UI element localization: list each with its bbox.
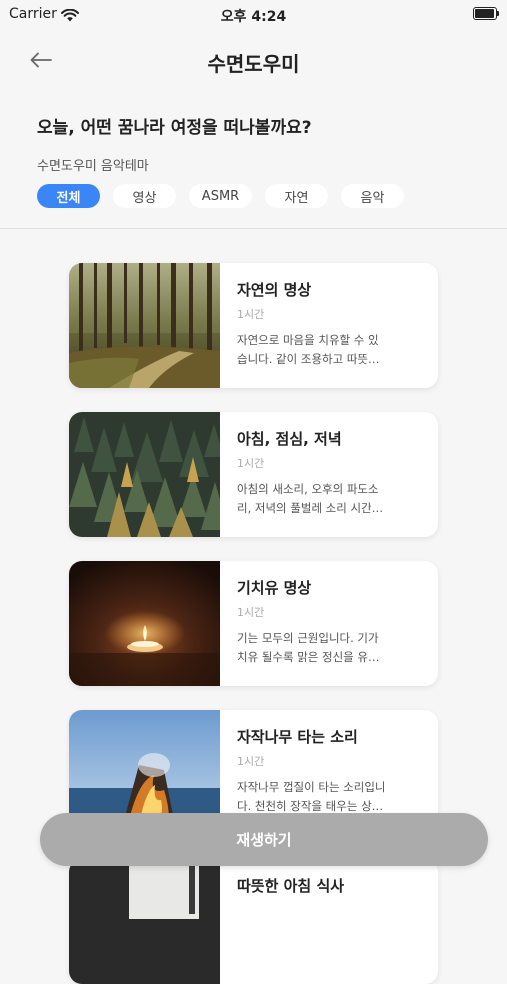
tab-asmr[interactable]: ASMR [189,184,252,208]
category-tabs: 전체 영상 ASMR 자연 음악 [37,184,404,208]
forest-path-thumbnail [69,263,220,388]
candle-thumbnail [69,561,220,686]
card-title: 자연의 명상 [237,281,312,299]
pine-forest-thumbnail [69,412,220,537]
tab-video[interactable]: 영상 [113,184,176,208]
card-title: 기치유 명상 [237,579,312,597]
card-duration: 1시간 [237,457,265,470]
card-description: 자연으로 마음을 치유할 수 있 습니다. 같이 조용하고 따뜻… [237,333,380,366]
card-description: 아침의 새소리, 오후의 파도소 리, 저녁의 풀벌레 소리 시간… [237,482,384,515]
tab-music[interactable]: 음악 [341,184,404,208]
theme-card-morning-noon-evening[interactable]: 아침, 점심, 저녁 1시간 아침의 새소리, 오후의 파도소 리, 저녁의 풀벌… [69,412,438,537]
card-title: 자작나무 타는 소리 [237,728,358,746]
card-duration: 1시간 [237,755,265,768]
theme-card-nature-meditation[interactable]: 자연의 명상 1시간 자연으로 마음을 치유할 수 있 습니다. 같이 조용하고 … [69,263,438,388]
card-duration: 1시간 [237,606,265,619]
play-button[interactable]: 재생하기 [40,813,488,866]
card-title: 아침, 점심, 저녁 [237,430,342,448]
theme-card-ki-healing[interactable]: 기치유 명상 1시간 기는 모두의 근원입니다. 기가 치유 될수록 맑은 정신을… [69,561,438,686]
battery-icon [473,7,499,20]
status-time: 오후 4:24 [220,9,287,25]
tab-all[interactable]: 전체 [37,184,100,208]
card-description: 자작나무 껍질이 타는 소리입니 다. 천천히 장작을 태우는 상… [237,780,386,813]
navigation-bar: 수면도우미 [0,40,507,80]
theme-card-warm-breakfast[interactable]: 따뜻한 아침 식사 [69,859,438,984]
question-heading: 오늘, 어떤 꿈나라 여정을 떠나볼까요? [37,118,312,138]
card-description: 기는 모두의 근원입니다. 기가 치유 될수록 맑은 정신을 유… [237,631,380,664]
divider [0,228,507,229]
breakfast-thumbnail [69,859,220,984]
card-title: 따뜻한 아침 식사 [237,877,345,895]
theme-label: 수면도우미 음악테마 [37,159,149,174]
tab-nature[interactable]: 자연 [265,184,328,208]
card-duration: 1시간 [237,308,265,321]
page-title: 수면도우미 [207,52,300,76]
status-bar: Carrier 오후 4:24 [0,0,507,28]
